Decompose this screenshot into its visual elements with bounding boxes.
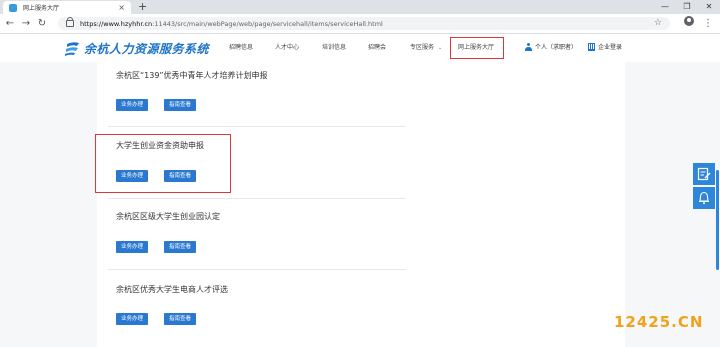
service-item: 余杭区区级大学生创业园认定: [116, 211, 406, 222]
maximize-button[interactable]: ❐: [680, 0, 694, 14]
service-item-title: 余杭区“139”优秀中青年人才培养计划申报: [116, 71, 268, 80]
address-bar: ← → ↻ https://www.hzyhhr.cn:11443/src/ma…: [0, 14, 720, 34]
service-item-title: 余杭区区级大学生创业园认定: [116, 212, 220, 221]
active-nav-highlight: [450, 37, 504, 59]
browser-tab[interactable]: 网上服务大厅 ×: [3, 1, 131, 14]
service-float-button[interactable]: [693, 187, 715, 209]
close-window-button[interactable]: ✕: [702, 0, 716, 14]
tab-title: 网上服务大厅: [23, 5, 60, 12]
divider: [108, 198, 406, 199]
watermark: 12425.CN: [614, 313, 704, 331]
divider: [108, 126, 406, 127]
service-item: 余杭区“139”优秀中青年人才培养计划申报: [116, 70, 406, 81]
nav-recruit-info[interactable]: 招聘信息: [229, 42, 253, 51]
nav-talent-center[interactable]: 人才中心: [275, 42, 299, 51]
minimize-button[interactable]: —: [658, 0, 672, 14]
account-icon[interactable]: [684, 16, 694, 26]
enterprise-login-label: 企业登录: [598, 44, 623, 51]
feedback-float-button[interactable]: [693, 163, 715, 185]
nav-special-service[interactable]: 专区服务 ⌄: [410, 42, 442, 51]
person-icon: [525, 42, 532, 51]
divider: [108, 269, 406, 270]
site-favicon-icon: [9, 3, 17, 12]
page-scrollbar[interactable]: [716, 170, 719, 270]
url-path: :11443/src/main/webPage/web/page/service…: [152, 19, 383, 28]
tab-close-icon[interactable]: ×: [118, 1, 125, 14]
new-tab-button[interactable]: +: [138, 0, 147, 14]
nav-special-service-label: 专区服务: [410, 44, 435, 51]
reload-icon[interactable]: ↻: [36, 14, 48, 33]
chevron-down-icon: ⌄: [438, 45, 443, 51]
url-host: https://www.hzyhhr.cn: [80, 19, 153, 28]
guide-view-button[interactable]: 指南查看: [164, 99, 197, 111]
building-icon: [588, 42, 595, 51]
bell-icon: [699, 191, 709, 205]
edit-note-icon: [697, 167, 711, 181]
business-handle-button[interactable]: 业务办理: [116, 241, 149, 253]
business-handle-button[interactable]: 业务办理: [116, 313, 149, 325]
enterprise-login-link[interactable]: 企业登录: [588, 42, 622, 51]
forward-icon[interactable]: →: [20, 14, 32, 33]
guide-view-button[interactable]: 指南查看: [164, 313, 197, 325]
nav-job-fair[interactable]: 招聘会: [368, 42, 386, 51]
url-input[interactable]: https://www.hzyhhr.cn:11443/src/main/web…: [58, 17, 670, 30]
service-item-title: 余杭区优秀大学生电商人才评选: [116, 285, 228, 294]
service-item: 余杭区优秀大学生电商人才评选: [116, 284, 406, 295]
personal-login-link[interactable]: 个人（求职者）: [525, 42, 577, 51]
bookmark-star-icon[interactable]: ☆: [654, 17, 662, 30]
lock-icon: [66, 17, 74, 27]
site-logo-text[interactable]: 余杭人力资源服务系统: [84, 40, 209, 57]
business-handle-button[interactable]: 业务办理: [116, 99, 149, 111]
guide-view-button[interactable]: 指南查看: [164, 241, 197, 253]
nav-training-info[interactable]: 培训信息: [322, 42, 346, 51]
browser-tab-bar: 网上服务大厅 × + — ❐ ✕: [0, 0, 720, 14]
personal-login-label: 个人（求职者）: [535, 44, 578, 51]
browser-menu-icon[interactable]: ⋮: [703, 14, 713, 33]
logo-icon: [65, 42, 79, 56]
highlight-box: [95, 134, 231, 193]
back-icon[interactable]: ←: [4, 14, 16, 33]
